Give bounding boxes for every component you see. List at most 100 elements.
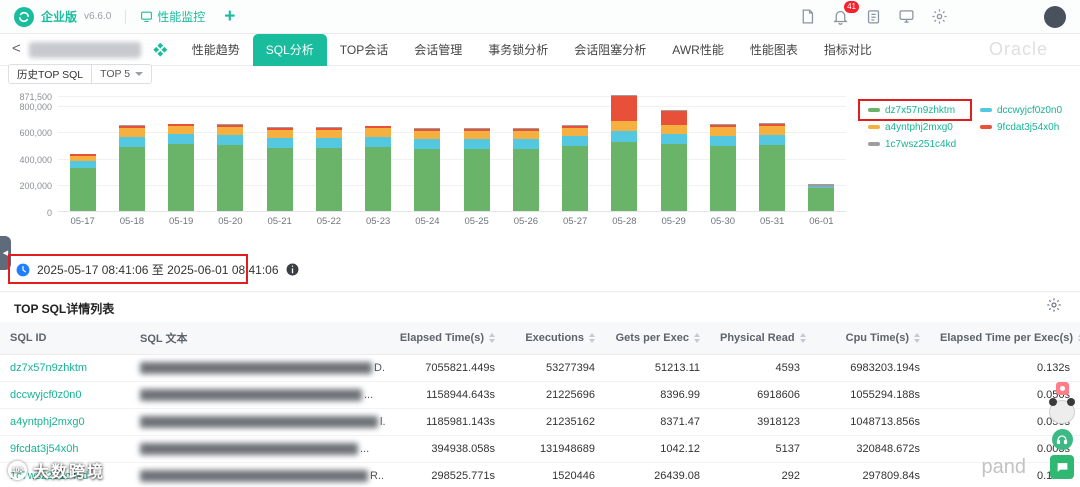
bar-segment-dccwyjcf0z0n0[interactable] bbox=[512, 139, 539, 150]
tab-指标对比[interactable]: 指标对比 bbox=[811, 34, 885, 66]
bar-segment-a4yntphj2mxg0[interactable] bbox=[512, 131, 539, 140]
nav-performance-monitor[interactable]: 性能监控 bbox=[140, 8, 205, 25]
bar-segment-dz7x57n9zhktm[interactable] bbox=[709, 145, 736, 211]
tab-性能图表[interactable]: 性能图表 bbox=[737, 34, 811, 66]
add-button[interactable]: + bbox=[224, 7, 235, 26]
bar-column-05-30[interactable] bbox=[698, 96, 747, 211]
info-icon[interactable] bbox=[286, 263, 299, 276]
bar-segment-dccwyjcf0z0n0[interactable] bbox=[365, 137, 392, 148]
bell-icon[interactable]: 41 bbox=[832, 1, 859, 25]
bar-segment-9fcdat3j54x0h[interactable] bbox=[611, 95, 638, 122]
bar-column-05-18[interactable] bbox=[107, 96, 156, 211]
legend-item-9fcdat3j54x0h[interactable]: 9fcdat3j54x0h bbox=[980, 121, 1080, 133]
table-row[interactable]: 9fcdat3j54x0h... 394938.058s 131948689 1042… bbox=[0, 435, 1080, 464]
bar-segment-dz7x57n9zhktm[interactable] bbox=[69, 168, 96, 211]
table-row[interactable]: dccwyjcf0z0n0... 1158944.643s 21225696 8396… bbox=[0, 381, 1080, 410]
bar-segment-dccwyjcf0z0n0[interactable] bbox=[463, 139, 490, 150]
sort-icon[interactable] bbox=[914, 333, 920, 344]
bar-segment-a4yntphj2mxg0[interactable] bbox=[562, 127, 589, 137]
bar-column-05-23[interactable] bbox=[354, 96, 403, 211]
bar-segment-dccwyjcf0z0n0[interactable] bbox=[611, 130, 638, 142]
bar-segment-a4yntphj2mxg0[interactable] bbox=[315, 129, 342, 138]
bar-segment-a4yntphj2mxg0[interactable] bbox=[266, 129, 293, 139]
bar-segment-dccwyjcf0z0n0[interactable] bbox=[217, 135, 244, 146]
clipboard-icon[interactable] bbox=[865, 8, 882, 25]
bar-segment-dz7x57n9zhktm[interactable] bbox=[512, 149, 539, 211]
bar-segment-dccwyjcf0z0n0[interactable] bbox=[660, 133, 687, 145]
column-header-Elapsed Time(s)[interactable]: Elapsed Time(s) bbox=[385, 322, 505, 355]
legend-item-1c7wsz251c4kd[interactable]: 1c7wsz251c4kd bbox=[868, 138, 972, 150]
bar-segment-dccwyjcf0z0n0[interactable] bbox=[168, 134, 195, 145]
bar-segment-a4yntphj2mxg0[interactable] bbox=[168, 126, 195, 135]
bar-segment-dccwyjcf0z0n0[interactable] bbox=[709, 135, 736, 146]
bar-column-05-24[interactable] bbox=[403, 96, 452, 211]
bar-column-05-17[interactable] bbox=[58, 96, 107, 211]
table-settings-gear-icon[interactable] bbox=[1046, 297, 1062, 313]
bar-segment-dccwyjcf0z0n0[interactable] bbox=[266, 138, 293, 149]
table-row[interactable]: dz7x57n9zhktm D...7055821.449s53277394512… bbox=[0, 354, 1080, 383]
sort-icon[interactable] bbox=[589, 333, 595, 344]
bar-segment-a4yntphj2mxg0[interactable] bbox=[660, 125, 687, 134]
panel-collapse-handle[interactable]: ◀ bbox=[0, 236, 11, 270]
tab-会话阻塞分析[interactable]: 会话阻塞分析 bbox=[561, 34, 659, 66]
bar-segment-dz7x57n9zhktm[interactable] bbox=[365, 147, 392, 211]
bar-column-05-27[interactable] bbox=[551, 96, 600, 211]
bar-segment-dz7x57n9zhktm[interactable] bbox=[168, 144, 195, 211]
tab-AWR性能[interactable]: AWR性能 bbox=[659, 34, 737, 66]
sort-icon[interactable] bbox=[799, 333, 806, 344]
bar-column-05-26[interactable] bbox=[501, 96, 550, 211]
document-icon[interactable] bbox=[799, 8, 816, 25]
tab-SQL分析[interactable]: SQL分析 bbox=[252, 33, 327, 66]
gear-icon[interactable] bbox=[931, 8, 948, 25]
bar-segment-dz7x57n9zhktm[interactable] bbox=[611, 141, 638, 211]
bar-segment-dz7x57n9zhktm[interactable] bbox=[808, 188, 835, 211]
bar-column-05-20[interactable] bbox=[206, 96, 255, 211]
bar-column-05-28[interactable] bbox=[600, 95, 649, 211]
column-header-Physical Read[interactable]: Physical Read bbox=[710, 322, 810, 355]
sort-icon[interactable] bbox=[489, 333, 495, 344]
bar-column-06-01[interactable] bbox=[797, 96, 846, 211]
bar-column-05-19[interactable] bbox=[157, 96, 206, 211]
bar-segment-dccwyjcf0z0n0[interactable] bbox=[562, 136, 589, 147]
sql-id-link[interactable]: a4yntphj2mxg0 bbox=[10, 416, 85, 428]
floating-assistant-button[interactable] bbox=[1051, 429, 1073, 450]
column-header-Elapsed Time per Exec(s)[interactable]: Elapsed Time per Exec(s) bbox=[930, 322, 1080, 355]
bar-segment-dccwyjcf0z0n0[interactable] bbox=[69, 161, 96, 169]
bar-segment-a4yntphj2mxg0[interactable] bbox=[709, 127, 736, 136]
tab-事务锁分析[interactable]: 事务锁分析 bbox=[475, 34, 561, 66]
bar-segment-a4yntphj2mxg0[interactable] bbox=[365, 128, 392, 138]
panda-mascot-icon[interactable] bbox=[1049, 398, 1075, 424]
bar-segment-dz7x57n9zhktm[interactable] bbox=[315, 148, 342, 211]
bar-column-05-31[interactable] bbox=[748, 96, 797, 211]
bar-segment-dz7x57n9zhktm[interactable] bbox=[118, 147, 145, 211]
legend-item-dz7x57n9zhktm[interactable]: dz7x57n9zhktm bbox=[868, 104, 972, 116]
monitor-icon[interactable] bbox=[898, 8, 915, 25]
bar-segment-a4yntphj2mxg0[interactable] bbox=[463, 131, 490, 140]
bar-segment-dz7x57n9zhktm[interactable] bbox=[660, 144, 687, 211]
bar-segment-a4yntphj2mxg0[interactable] bbox=[759, 125, 786, 135]
sql-id-link[interactable]: dz7x57n9zhktm bbox=[10, 362, 87, 374]
legend-item-dccwyjcf0z0n0[interactable]: dccwyjcf0z0n0 bbox=[980, 104, 1080, 116]
bar-segment-dz7x57n9zhktm[interactable] bbox=[562, 146, 589, 211]
tab-会话管理[interactable]: 会话管理 bbox=[401, 34, 475, 66]
bar-segment-dccwyjcf0z0n0[interactable] bbox=[118, 137, 145, 148]
floating-pink-icon[interactable] bbox=[1055, 382, 1069, 395]
legend-item-a4yntphj2mxg0[interactable]: a4yntphj2mxg0 bbox=[868, 121, 972, 133]
table-row[interactable]: 1c7wsz251c4kdR...298525.771s152044626439… bbox=[0, 462, 1080, 487]
tab-TOP会话[interactable]: TOP会话 bbox=[327, 34, 401, 66]
bar-segment-dccwyjcf0z0n0[interactable] bbox=[414, 139, 441, 150]
user-avatar[interactable] bbox=[1044, 5, 1066, 28]
customer-service-button[interactable] bbox=[1050, 455, 1074, 479]
column-header-Cpu Time(s)[interactable]: Cpu Time(s) bbox=[810, 322, 930, 355]
bar-segment-9fcdat3j54x0h[interactable] bbox=[660, 111, 687, 126]
tab-性能趋势[interactable]: 性能趋势 bbox=[179, 34, 253, 66]
bar-segment-dz7x57n9zhktm[interactable] bbox=[759, 145, 786, 211]
column-header-Executions[interactable]: Executions bbox=[505, 322, 605, 355]
table-row[interactable]: a4yntphj2mxg0 l...1185981.143s21235162837… bbox=[0, 408, 1080, 437]
bar-segment-dz7x57n9zhktm[interactable] bbox=[414, 149, 441, 211]
bar-column-05-21[interactable] bbox=[255, 96, 304, 211]
bar-segment-dccwyjcf0z0n0[interactable] bbox=[315, 137, 342, 149]
back-chevron[interactable]: < bbox=[12, 41, 21, 56]
bar-segment-dz7x57n9zhktm[interactable] bbox=[266, 148, 293, 211]
bar-segment-a4yntphj2mxg0[interactable] bbox=[217, 127, 244, 136]
